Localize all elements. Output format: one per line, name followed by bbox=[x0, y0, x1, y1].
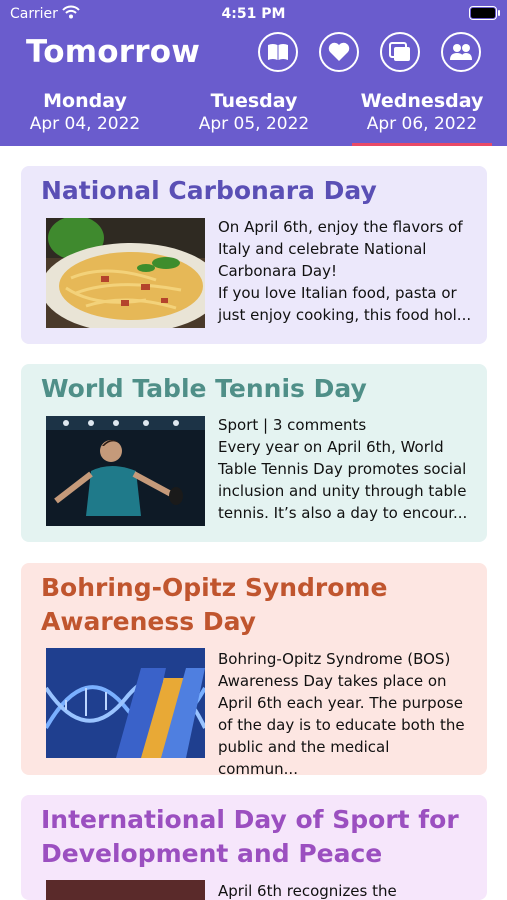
card-description: On April 6th, enjoy the flavors of Italy… bbox=[218, 218, 472, 324]
heart-icon[interactable] bbox=[319, 32, 359, 72]
sport-image bbox=[46, 880, 205, 900]
tab-monday[interactable]: Monday Apr 04, 2022 bbox=[15, 90, 155, 134]
gallery-icon[interactable] bbox=[380, 32, 420, 72]
card-description: April 6th recognizes the bbox=[218, 882, 397, 900]
card-title: Bohring-Opitz Syndrome Awareness Day bbox=[41, 573, 388, 636]
event-card[interactable]: World Table Tennis Day Sport | 3 comment… bbox=[21, 364, 487, 542]
battery-icon bbox=[469, 6, 500, 20]
day-date: Apr 04, 2022 bbox=[29, 114, 141, 134]
event-card[interactable]: International Day of Sport for Developme… bbox=[21, 795, 487, 900]
event-card[interactable]: Bohring-Opitz Syndrome Awareness Day Boh… bbox=[21, 563, 487, 778]
day-date: Apr 06, 2022 bbox=[366, 114, 478, 134]
dna-image bbox=[46, 648, 205, 758]
day-name: Monday bbox=[43, 90, 127, 112]
carbonara-image bbox=[46, 218, 205, 328]
tab-tuesday[interactable]: Tuesday Apr 05, 2022 bbox=[184, 90, 324, 134]
book-icon[interactable] bbox=[258, 32, 298, 72]
people-icon[interactable] bbox=[441, 32, 481, 72]
card-description: Bohring-Opitz Syndrome (BOS) Awareness D… bbox=[218, 650, 465, 778]
card-title: World Table Tennis Day bbox=[41, 374, 367, 403]
card-description: Sport | 3 comments Every year on April 6… bbox=[218, 416, 468, 522]
card-title: National Carbonara Day bbox=[41, 176, 377, 205]
day-name: Wednesday bbox=[360, 90, 484, 112]
day-name: Tuesday bbox=[210, 90, 298, 112]
day-date: Apr 05, 2022 bbox=[198, 114, 310, 134]
page-title: Tomorrow bbox=[26, 34, 201, 70]
app-header: Carrier 4:51 PM Tomorrow Monday Apr 04, … bbox=[0, 0, 507, 146]
table-tennis-image bbox=[46, 416, 205, 526]
tab-wednesday[interactable]: Wednesday Apr 06, 2022 bbox=[352, 90, 492, 134]
selected-tab-indicator bbox=[352, 143, 492, 146]
status-bar: Carrier 4:51 PM bbox=[0, 0, 507, 30]
clock: 4:51 PM bbox=[221, 6, 286, 22]
card-title: International Day of Sport for Developme… bbox=[41, 805, 459, 868]
event-card[interactable]: National Carbonara Day On April 6th, enj… bbox=[21, 166, 487, 344]
